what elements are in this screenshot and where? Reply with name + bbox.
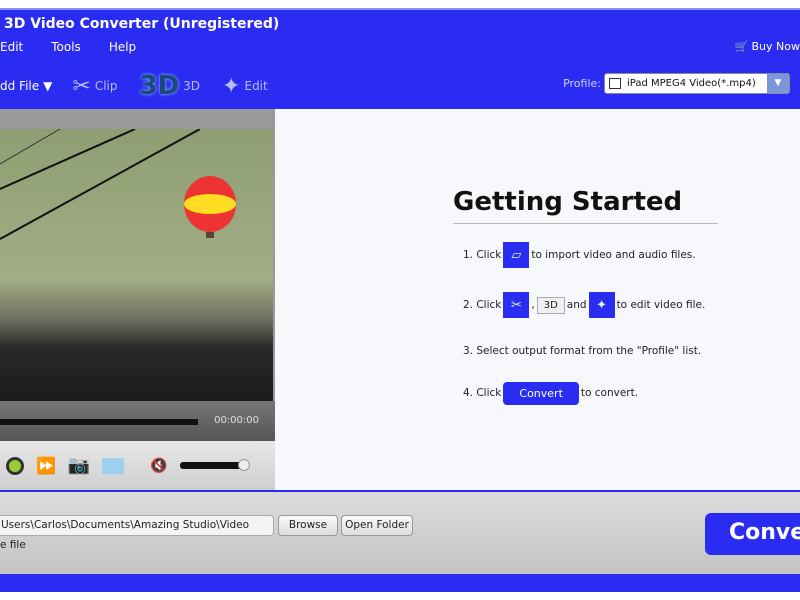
menu-tools[interactable]: Tools [51,40,81,54]
device-icon [609,78,621,89]
chevron-down-icon: ▼ [43,79,53,93]
player-controls: ⏩ 📷 🔇 [0,441,275,490]
convert-button[interactable]: Conve [705,513,800,555]
step-3: 3. Select output format from the "Profil… [463,338,718,364]
convert-button-sample: Convert [503,381,579,405]
scissors-film-icon: ✂ [72,73,91,99]
edit-label: Edit [244,79,268,93]
video-preview [0,129,273,401]
add-file-button[interactable]: dd File ▼ [0,79,52,93]
step-text: 4. Click [463,387,502,399]
add-file-icon: ▱ [503,242,530,268]
save-option-label: e file [0,539,26,551]
profile-selector: Profile: iPad MPEG4 Video(*.mp4) ▼ [563,73,790,94]
step-2: 2. Click ✂, 3D and ✦ to edit video file. [463,292,718,318]
main-area: 00:00:00 ⏩ 📷 🔇 Getting Started 1. Click ▱… [0,109,800,490]
time-display: 00:00:00 [214,415,259,426]
snapshot-camera-icon[interactable]: 📷 [68,455,90,476]
seek-bar-area: 00:00:00 [0,401,275,441]
menu-edit[interactable]: Edit [0,40,23,54]
stop-icon[interactable] [6,456,24,475]
step-1: 1. Click ▱ to import video and audio files… [463,242,718,268]
seek-slider[interactable] [0,419,198,425]
app-window: 3D Video Converter (Unregistered) Edit T… [0,8,800,592]
profile-value: iPad MPEG4 Video(*.mp4) [627,78,756,89]
step-4: 4. Click Convert to convert. [463,380,718,406]
output-path-field[interactable]: Users\Carlos\Documents\Amazing Studio\Vi… [0,515,274,536]
preview-pane: 00:00:00 ⏩ 📷 🔇 [0,109,275,490]
magic-film-icon: ✦ [222,73,241,99]
edit-button[interactable]: ✦ Edit [222,74,268,99]
3d-button[interactable]: 3D 3D [139,71,200,101]
menu-help[interactable]: Help [109,40,136,54]
add-file-label: dd File [0,79,40,93]
3d-button-sample: 3D [536,296,565,314]
folder-icon[interactable] [102,457,125,474]
dropdown-arrow-icon[interactable]: ▼ [767,74,789,93]
clip-label: Clip [94,79,118,93]
clip-icon: ✂ [503,292,530,318]
open-folder-button[interactable]: Open Folder [341,515,413,536]
volume-slider[interactable] [179,459,250,471]
getting-started-title: Getting Started [453,187,718,224]
output-bar: Users\Carlos\Documents\Amazing Studio\Vi… [0,492,800,574]
clip-button[interactable]: ✂ Clip [72,74,117,99]
buy-now-link[interactable]: 🛒 Buy Now [735,40,800,53]
browse-button[interactable]: Browse [278,515,338,536]
getting-started-panel: Getting Started 1. Click ▱ to import video… [453,187,718,406]
volume-knob[interactable] [237,459,250,471]
step-text: and [566,299,587,311]
fast-forward-icon[interactable]: ⏩ [36,456,56,475]
mute-icon[interactable]: 🔇 [150,458,167,474]
step-text: to convert. [580,387,639,399]
buy-now-label: Buy Now [751,40,800,53]
cart-icon: 🛒 [734,40,749,53]
step-text: to import video and audio files. [531,249,696,261]
window-title: 3D Video Converter (Unregistered) [4,16,280,32]
step-text: 1. Click [463,249,502,261]
profile-dropdown[interactable]: iPad MPEG4 Video(*.mp4) ▼ [604,73,790,94]
step-text: 2. Click [463,299,502,311]
step-text: to edit video file. [616,299,706,311]
step-text: 3. Select output format from the "Profil… [463,345,702,357]
profile-label: Profile: [563,77,601,90]
video-frame [0,129,236,240]
edit-icon: ✦ [588,292,615,318]
3d-label: 3D [183,79,201,93]
menu-bar: Edit Tools Help [0,40,164,54]
step-text: , [531,299,535,311]
3d-icon: 3D [139,71,180,101]
